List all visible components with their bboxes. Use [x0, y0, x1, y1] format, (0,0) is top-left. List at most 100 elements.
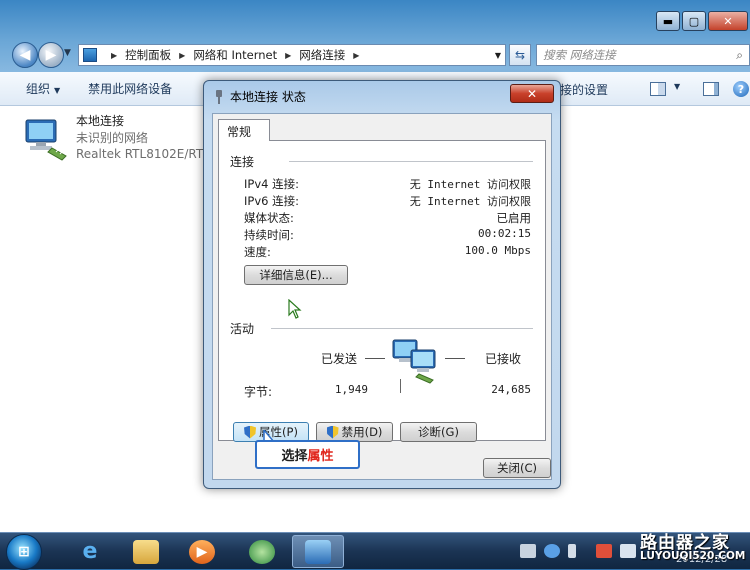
- refresh-button[interactable]: ⇆: [509, 44, 531, 66]
- preview-pane-icon[interactable]: [703, 82, 719, 96]
- taskbar: ⊞ e ▶ 2012/2/28: [0, 532, 750, 570]
- computers-icon: [392, 339, 436, 384]
- media-player-icon: ▶: [189, 539, 215, 564]
- search-placeholder: 搜索 网络连接: [543, 48, 616, 62]
- mouse-cursor-icon: [288, 299, 302, 319]
- window-controls: ▬ ▢ ✕: [656, 11, 748, 31]
- disable-device-button[interactable]: 禁用此网络设备: [72, 80, 184, 97]
- ipv6-label: IPv6 连接:: [244, 194, 299, 208]
- annotation-highlight: 属性: [307, 449, 334, 464]
- close-button[interactable]: 关闭(C): [483, 458, 551, 478]
- maximize-button[interactable]: ▢: [682, 11, 706, 31]
- connection-adapter: Realtek RTL8102E/RTL8: [76, 147, 218, 161]
- search-icon: ⌕: [736, 48, 743, 62]
- close-window-button[interactable]: ✕: [708, 11, 748, 31]
- minimize-button[interactable]: ▬: [656, 11, 680, 31]
- organize-label: 组织: [26, 82, 51, 96]
- breadcrumb-separator-icon[interactable]: ▶: [353, 51, 359, 60]
- refresh-icon: ⇆: [514, 48, 526, 62]
- show-hidden-icon[interactable]: [568, 544, 576, 558]
- network-plug-icon: [216, 89, 222, 104]
- disable-label: 禁用(D): [341, 425, 383, 439]
- bytes-sent-value: 1,949: [334, 383, 368, 396]
- section-divider: [289, 161, 533, 162]
- chevron-down-icon[interactable]: ▼: [495, 51, 501, 60]
- speed-label: 速度:: [244, 245, 271, 259]
- ie-icon: e: [82, 539, 98, 564]
- ipv6-value: 无 Internet 访问权限: [409, 195, 531, 208]
- help-icon[interactable]: ?: [733, 81, 749, 97]
- chevron-down-icon: ▼: [54, 86, 61, 95]
- media-state-value: 已启用: [496, 211, 532, 225]
- view-options-icon[interactable]: [650, 82, 666, 96]
- breadcrumb-control-panel[interactable]: 控制面板: [125, 47, 171, 63]
- media-state-label: 媒体状态:: [244, 211, 294, 225]
- network-warning-icon[interactable]: [596, 544, 612, 558]
- taskbar-app[interactable]: [236, 535, 288, 568]
- arrow-left-icon: ◀: [19, 47, 31, 63]
- windows-logo-icon: ⊞: [18, 544, 30, 560]
- change-settings-label: 接的设置: [560, 82, 609, 97]
- tab-page-general: 连接 IPv4 连接: 无 Internet 访问权限 IPv6 连接: 无 I…: [218, 140, 546, 442]
- network-icon: [305, 539, 331, 564]
- dialog-title-text: 本地连接 状态: [230, 90, 306, 104]
- taskbar-media-player[interactable]: ▶: [176, 535, 228, 568]
- annotation-prefix: 选择: [281, 449, 308, 464]
- dialog-body: 常规 连接 IPv4 连接: 无 Internet 访问权限 IPv6 连接: …: [212, 113, 552, 480]
- breadcrumb-separator-icon[interactable]: ▶: [285, 51, 291, 60]
- back-button[interactable]: ◀: [12, 42, 38, 68]
- duration-value: 00:02:15: [478, 227, 531, 240]
- dialog-title: 本地连接 状态: [214, 88, 306, 105]
- bytes-received-value: 24,685: [491, 383, 531, 396]
- uac-shield-icon: [326, 425, 339, 439]
- diagnose-button[interactable]: 诊断(G): [400, 422, 477, 442]
- connection-name: 本地连接: [76, 114, 125, 128]
- address-bar[interactable]: ▶ 控制面板 ▶ 网络和 Internet ▶ 网络连接 ▶ ▼: [78, 44, 506, 66]
- chevron-down-icon[interactable]: ▼: [674, 82, 680, 91]
- speed-value: 100.0 Mbps: [464, 244, 531, 257]
- keyboard-icon[interactable]: [520, 544, 536, 558]
- activity-section-heading: 活动: [230, 322, 255, 336]
- organize-menu[interactable]: 组织 ▼: [0, 80, 72, 97]
- recent-pages-dropdown[interactable]: ▼: [64, 48, 71, 58]
- breadcrumb-network-internet[interactable]: 网络和 Internet: [193, 47, 277, 63]
- section-divider: [271, 328, 533, 329]
- arrow-right-icon: ▶: [45, 47, 57, 63]
- volume-icon[interactable]: [620, 544, 636, 558]
- list-item-local-connection[interactable]: 本地连接 未识别的网络 Realtek RTL8102E/RTL8: [20, 110, 220, 170]
- received-dash: [445, 358, 465, 359]
- start-button[interactable]: ⊞: [6, 534, 42, 570]
- uac-shield-icon: [244, 425, 257, 439]
- system-tray: [520, 539, 636, 563]
- taskbar-network-connections[interactable]: [292, 535, 344, 568]
- taskbar-explorer[interactable]: [120, 535, 172, 568]
- dialog-close-button[interactable]: ✕: [510, 84, 554, 103]
- folder-icon: [133, 539, 159, 564]
- breadcrumb-separator-icon[interactable]: ▶: [111, 51, 117, 60]
- activity-divider: [400, 379, 401, 393]
- breadcrumb-network-connections[interactable]: 网络连接: [299, 47, 345, 63]
- network-adapter-icon: [25, 119, 67, 161]
- received-label: 已接收: [485, 352, 522, 366]
- help-tray-icon[interactable]: [544, 544, 560, 558]
- details-button[interactable]: 详细信息(E)...: [244, 265, 348, 285]
- chevron-down-icon: ▼: [64, 48, 71, 58]
- sent-label: 已发送: [321, 352, 358, 366]
- connection-status: 未识别的网络: [76, 130, 149, 145]
- app-icon: [249, 539, 275, 564]
- search-input[interactable]: 搜索 网络连接 ⌕: [536, 44, 750, 66]
- control-panel-icon: [83, 48, 97, 62]
- local-connection-status-dialog: 本地连接 状态 ✕ 常规 连接 IPv4 连接: 无 Internet 访问权限…: [203, 80, 561, 489]
- breadcrumb-separator-icon[interactable]: ▶: [179, 51, 185, 60]
- annotation-callout: 选择 属性: [255, 440, 360, 469]
- address-row: ◀ ▶ ▼ ▶ 控制面板 ▶ 网络和 Internet ▶ 网络连接 ▶ ▼ ⇆…: [8, 40, 750, 68]
- sent-dash: [365, 358, 385, 359]
- connection-section-heading: 连接: [230, 155, 255, 169]
- change-settings-button[interactable]: 接的设置: [560, 72, 608, 106]
- ipv4-label: IPv4 连接:: [244, 177, 299, 191]
- forward-button[interactable]: ▶: [38, 42, 64, 68]
- taskbar-ie[interactable]: e: [64, 535, 116, 568]
- disable-button[interactable]: 禁用(D): [316, 422, 393, 442]
- tab-general[interactable]: 常规: [218, 119, 270, 141]
- bytes-label: 字节:: [244, 385, 273, 399]
